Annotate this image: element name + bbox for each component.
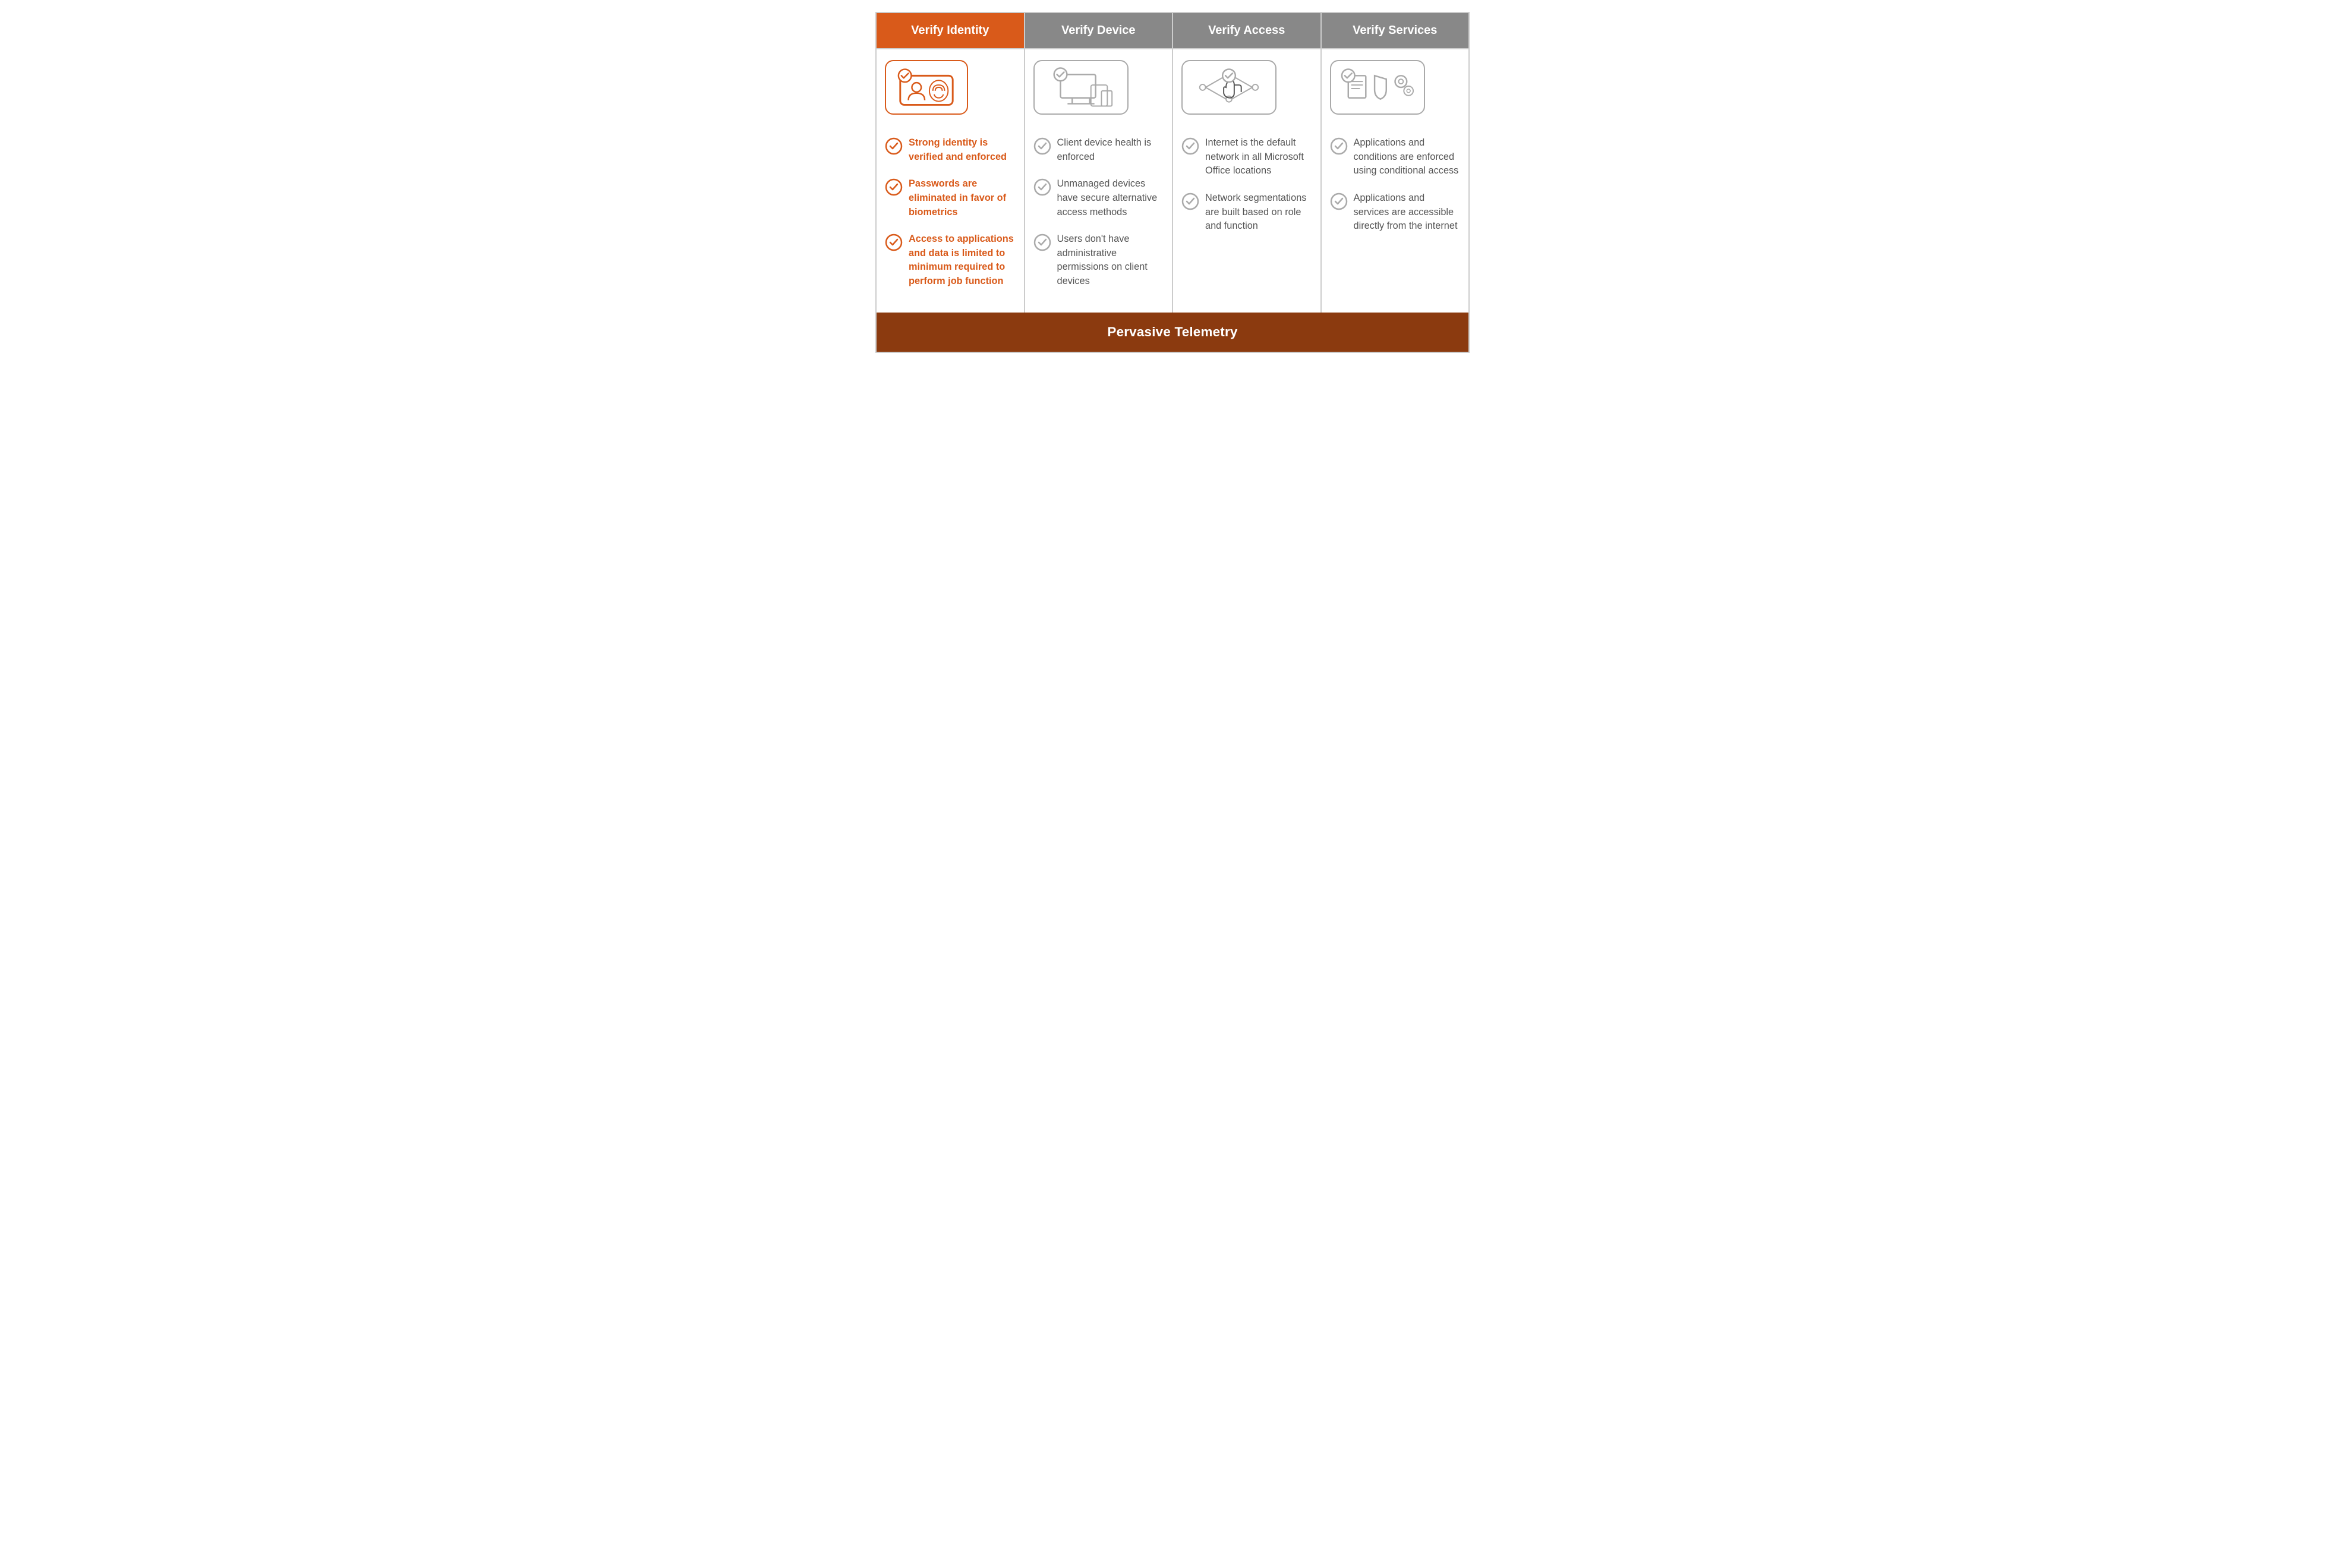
- identity-text-2: Passwords are eliminated in favor of bio…: [909, 177, 1016, 219]
- header-row: Verify Identity Verify Device Verify Acc…: [877, 13, 1468, 48]
- access-illustration: [1191, 67, 1267, 108]
- check-circle-gray-1: [1033, 137, 1051, 158]
- header-services: Verify Services: [1322, 13, 1469, 48]
- identity-item-1: Strong identity is verified and enforced: [885, 136, 1016, 164]
- device-text-3: Users don't have administrative permissi…: [1057, 232, 1164, 289]
- check-circle-gray-access-1: [1181, 137, 1199, 158]
- check-circle-gray-3: [1033, 234, 1051, 254]
- services-illustration: [1339, 67, 1416, 108]
- access-icon-box: [1181, 60, 1276, 115]
- device-text-1: Client device health is enforced: [1057, 136, 1164, 164]
- device-icon-box: [1033, 60, 1129, 115]
- footer-bar: Pervasive Telemetry: [877, 313, 1468, 352]
- services-column: Applications and conditions are enforced…: [1322, 49, 1469, 313]
- access-column: Internet is the default network in all M…: [1173, 49, 1322, 313]
- device-column: Client device health is enforced Unmanag…: [1025, 49, 1174, 313]
- identity-illustration: [894, 67, 959, 108]
- check-circle-icon-1: [885, 137, 903, 158]
- header-device: Verify Device: [1025, 13, 1174, 48]
- identity-item-2: Passwords are eliminated in favor of bio…: [885, 177, 1016, 219]
- check-circle-gray-2: [1033, 178, 1051, 199]
- services-item-2: Applications and services are accessible…: [1330, 191, 1461, 234]
- identity-text-3: Access to applications and data is limit…: [909, 232, 1016, 289]
- device-text-2: Unmanaged devices have secure alternativ…: [1057, 177, 1164, 219]
- identity-text-1: Strong identity is verified and enforced: [909, 136, 1016, 164]
- check-circle-icon-2: [885, 178, 903, 199]
- services-item-1: Applications and conditions are enforced…: [1330, 136, 1461, 178]
- access-item-2: Network segmentations are built based on…: [1181, 191, 1312, 234]
- device-item-2: Unmanaged devices have secure alternativ…: [1033, 177, 1164, 219]
- access-text-1: Internet is the default network in all M…: [1205, 136, 1312, 178]
- content-row: Strong identity is verified and enforced…: [877, 48, 1468, 313]
- access-text-2: Network segmentations are built based on…: [1205, 191, 1312, 234]
- main-container: Verify Identity Verify Device Verify Acc…: [875, 12, 1470, 353]
- footer-label: Pervasive Telemetry: [1107, 324, 1237, 339]
- check-circle-gray-access-2: [1181, 193, 1199, 213]
- device-item-1: Client device health is enforced: [1033, 136, 1164, 164]
- access-item-1: Internet is the default network in all M…: [1181, 136, 1312, 178]
- check-circle-gray-services-2: [1330, 193, 1348, 213]
- header-access: Verify Access: [1173, 13, 1322, 48]
- services-text-2: Applications and services are accessible…: [1354, 191, 1461, 234]
- header-identity: Verify Identity: [877, 13, 1025, 48]
- identity-column: Strong identity is verified and enforced…: [877, 49, 1025, 313]
- identity-icon-box: [885, 60, 968, 115]
- services-icon-box: [1330, 60, 1425, 115]
- device-item-3: Users don't have administrative permissi…: [1033, 232, 1164, 289]
- services-text-1: Applications and conditions are enforced…: [1354, 136, 1461, 178]
- device-illustration: [1043, 67, 1119, 108]
- identity-item-3: Access to applications and data is limit…: [885, 232, 1016, 289]
- check-circle-gray-services-1: [1330, 137, 1348, 158]
- check-circle-icon-3: [885, 234, 903, 254]
